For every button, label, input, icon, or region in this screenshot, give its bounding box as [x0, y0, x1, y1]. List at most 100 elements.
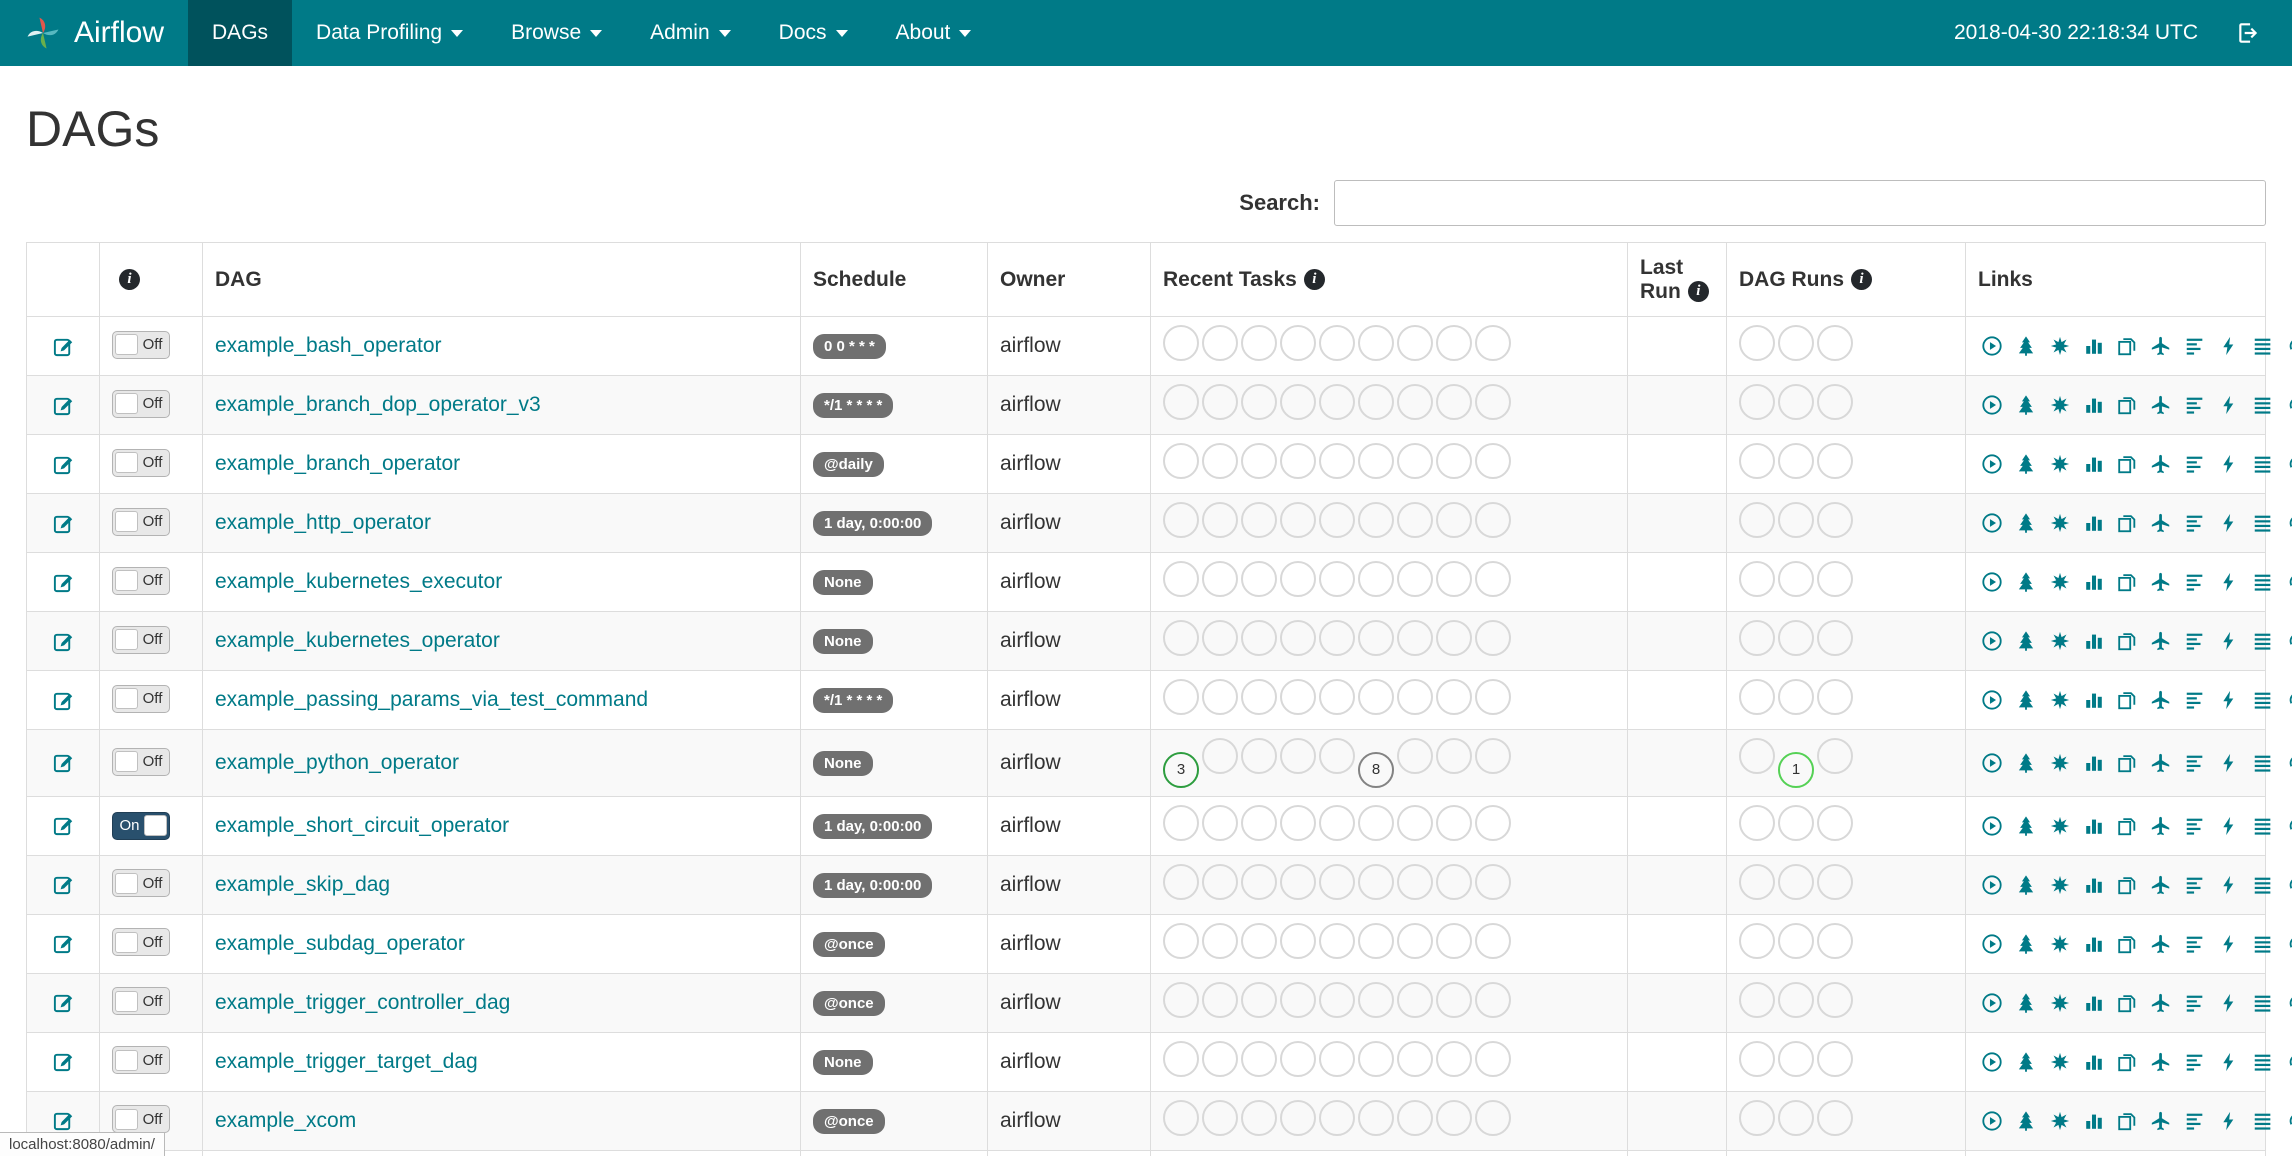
task-status-circle[interactable] — [1241, 863, 1277, 900]
info-icon[interactable]: i — [119, 269, 140, 291]
task-duration-link[interactable] — [2083, 512, 2105, 534]
edit-dag-button[interactable] — [39, 1050, 87, 1073]
task-status-circle[interactable] — [1163, 922, 1199, 959]
task-status-circle[interactable] — [1397, 384, 1433, 420]
tree-view-link[interactable] — [2015, 752, 2037, 774]
edit-dag-button[interactable] — [39, 571, 87, 594]
task-status-circle[interactable] — [1280, 863, 1316, 900]
task-status-circle[interactable] — [1778, 384, 1814, 420]
logs-link[interactable] — [2252, 1051, 2274, 1073]
task-status-circle[interactable] — [1397, 863, 1433, 900]
edit-dag-button[interactable] — [39, 394, 87, 417]
task-status-circle[interactable] — [1280, 922, 1316, 959]
logs-link[interactable] — [2252, 874, 2274, 896]
edit-dag-button[interactable] — [39, 991, 87, 1014]
schedule-badge[interactable]: @daily — [813, 452, 884, 477]
task-status-circle[interactable] — [1280, 384, 1316, 420]
code-view-link[interactable] — [2218, 512, 2240, 534]
refresh-button[interactable] — [2286, 689, 2292, 711]
trigger-dag-button[interactable] — [1981, 1051, 2003, 1073]
pause-toggle[interactable]: Off — [112, 330, 170, 359]
graph-view-link[interactable] — [2049, 874, 2071, 896]
pause-toggle[interactable]: Off — [112, 928, 170, 957]
schedule-badge[interactable]: None — [813, 1049, 873, 1075]
landing-times-link[interactable] — [2150, 874, 2172, 896]
task-duration-link[interactable] — [2083, 394, 2105, 416]
task-status-circle[interactable] — [1241, 981, 1277, 1018]
graph-view-link[interactable] — [2049, 453, 2071, 475]
task-status-circle[interactable] — [1397, 738, 1433, 774]
task-status-circle[interactable] — [1163, 679, 1199, 715]
tree-view-link[interactable] — [2015, 335, 2037, 357]
task-duration-link[interactable] — [2083, 1110, 2105, 1132]
trigger-dag-button[interactable] — [1981, 815, 2003, 837]
task-status-circle[interactable] — [1739, 325, 1775, 361]
task-status-circle[interactable] — [1817, 384, 1853, 420]
tree-view-link[interactable] — [2015, 1051, 2037, 1073]
trigger-dag-button[interactable] — [1981, 992, 2003, 1014]
dag-link[interactable]: example_kubernetes_operator — [215, 629, 500, 652]
task-status-circle[interactable] — [1778, 620, 1814, 656]
task-duration-link[interactable] — [2083, 752, 2105, 774]
edit-dag-button[interactable] — [39, 873, 87, 896]
graph-view-link[interactable] — [2049, 933, 2071, 955]
task-status-circle[interactable] — [1163, 1040, 1199, 1077]
gantt-link[interactable] — [2184, 815, 2206, 837]
task-status-circle[interactable] — [1241, 1040, 1277, 1077]
code-view-link[interactable] — [2218, 689, 2240, 711]
nav-item-admin[interactable]: Admin — [626, 0, 755, 66]
task-status-circle[interactable] — [1817, 443, 1853, 479]
dag-link[interactable]: example_http_operator — [215, 511, 431, 534]
pause-toggle[interactable]: On — [112, 811, 170, 840]
gantt-link[interactable] — [2184, 1051, 2206, 1073]
dag-link[interactable]: example_passing_params_via_test_command — [215, 688, 648, 711]
code-view-link[interactable] — [2218, 1051, 2240, 1073]
task-status-circle[interactable] — [1436, 738, 1472, 774]
code-view-link[interactable] — [2218, 752, 2240, 774]
refresh-button[interactable] — [2286, 394, 2292, 416]
logs-link[interactable] — [2252, 1110, 2274, 1132]
task-status-circle[interactable] — [1280, 502, 1316, 538]
schedule-badge[interactable]: @once — [813, 1108, 885, 1134]
task-status-circle[interactable] — [1280, 1099, 1316, 1136]
task-status-circle[interactable] — [1241, 443, 1277, 479]
graph-view-link[interactable] — [2049, 630, 2071, 652]
task-status-circle[interactable] — [1280, 1040, 1316, 1077]
task-status-circle[interactable] — [1280, 679, 1316, 715]
task-status-circle[interactable] — [1397, 620, 1433, 656]
task-tries-link[interactable] — [2116, 933, 2138, 955]
dag-link[interactable]: example_branch_dop_operator_v3 — [215, 393, 541, 416]
task-status-circle[interactable] — [1817, 561, 1853, 597]
schedule-badge[interactable]: 1 day, 0:00:00 — [813, 872, 933, 898]
task-duration-link[interactable] — [2083, 874, 2105, 896]
task-status-circle[interactable] — [1778, 561, 1814, 597]
task-status-circle[interactable] — [1319, 561, 1355, 597]
task-status-circle[interactable] — [1280, 443, 1316, 479]
logs-link[interactable] — [2252, 335, 2274, 357]
gantt-link[interactable] — [2184, 689, 2206, 711]
landing-times-link[interactable] — [2150, 512, 2172, 534]
trigger-dag-button[interactable] — [1981, 335, 2003, 357]
code-view-link[interactable] — [2218, 1110, 2240, 1132]
task-status-circle[interactable] — [1817, 804, 1853, 841]
task-status-circle[interactable] — [1739, 443, 1775, 479]
gantt-link[interactable] — [2184, 571, 2206, 593]
schedule-badge[interactable]: None — [813, 570, 873, 595]
dag-link[interactable]: example_skip_dag — [215, 873, 390, 896]
refresh-button[interactable] — [2286, 1110, 2292, 1132]
task-status-circle[interactable] — [1739, 804, 1775, 841]
task-status-circle[interactable] — [1319, 981, 1355, 1018]
landing-times-link[interactable] — [2150, 335, 2172, 357]
task-status-circle[interactable] — [1397, 561, 1433, 597]
tree-view-link[interactable] — [2015, 394, 2037, 416]
trigger-dag-button[interactable] — [1981, 512, 2003, 534]
pause-toggle[interactable]: Off — [112, 1105, 170, 1134]
dag-link[interactable]: example_xcom — [215, 1109, 356, 1132]
graph-view-link[interactable] — [2049, 571, 2071, 593]
task-status-circle[interactable] — [1739, 922, 1775, 959]
tree-view-link[interactable] — [2015, 874, 2037, 896]
schedule-badge[interactable]: */1 * * * * — [813, 393, 894, 418]
task-status-circle[interactable] — [1358, 502, 1394, 538]
trigger-dag-button[interactable] — [1981, 453, 2003, 475]
code-view-link[interactable] — [2218, 933, 2240, 955]
